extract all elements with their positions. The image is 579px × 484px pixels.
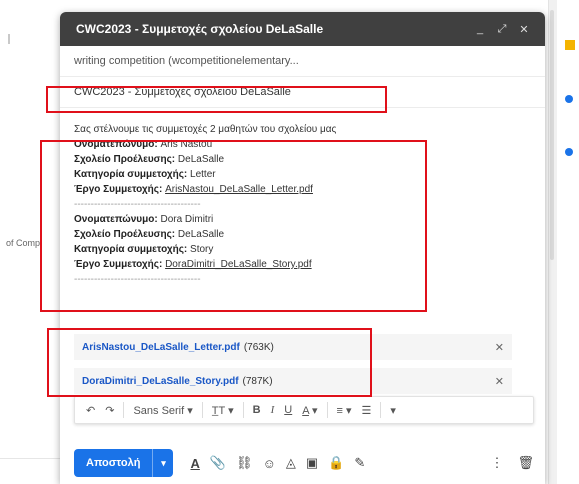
minimize-icon[interactable]: _ <box>469 23 491 35</box>
formatting-options-icon[interactable]: A <box>190 456 199 471</box>
underline-icon[interactable]: U <box>284 404 292 416</box>
compose-actions: A 📎 ⛓ ☺ ◬ ▣ 🔒 ✎ <box>185 455 476 471</box>
chevron-down-icon: ▾ <box>228 404 234 417</box>
text-color-icon: A <box>302 404 309 417</box>
chevron-down-icon: ▾ <box>312 404 318 417</box>
text-color-select[interactable]: A ▾ <box>302 404 317 417</box>
compose-title: CWC2023 - Συμμετοχές σχολείου DeLaSalle <box>76 22 324 36</box>
font-label: Sans Serif <box>133 404 185 417</box>
drive-icon[interactable]: ◬ <box>286 455 296 471</box>
more-options-icon[interactable]: ⋮ <box>490 455 503 471</box>
list-icon[interactable]: ☰ <box>362 404 372 417</box>
body-intro: Σας στέλνουμε τις συμμετοχές 2 μαθητών τ… <box>74 124 337 135</box>
attach-file-icon[interactable]: 📎 <box>210 455 226 471</box>
italic-icon[interactable]: I <box>271 404 275 416</box>
signature-icon[interactable]: ✎ <box>354 455 365 471</box>
page-scrollbar-thumb[interactable] <box>550 10 554 260</box>
label-tag-icon <box>565 40 575 50</box>
background-divider <box>0 458 60 459</box>
more-formatting-icon[interactable]: ▾ <box>390 404 396 417</box>
background-text: of Comp <box>6 238 41 248</box>
send-options-icon[interactable]: ▾ <box>152 449 173 477</box>
insert-photo-icon[interactable]: ▣ <box>306 455 318 471</box>
compose-titlebar[interactable]: CWC2023 - Συμμετοχές σχολείου DeLaSalle … <box>60 12 545 46</box>
bold-icon[interactable]: B <box>253 404 261 416</box>
send-button[interactable]: Αποστολή ▾ <box>74 449 174 477</box>
chevron-down-icon: ▾ <box>346 404 352 417</box>
remove-attachment-icon[interactable]: ✕ <box>495 375 504 388</box>
undo-icon[interactable]: ↶ <box>86 404 95 417</box>
align-select[interactable]: ≡ ▾ <box>337 404 352 417</box>
compose-bottom-bar: Αποστολή ▾ A 📎 ⛓ ☺ ◬ ▣ 🔒 ✎ ⋮ 🗑 <box>74 448 534 478</box>
toolbar-divider <box>123 402 125 418</box>
discard-draft-icon[interactable]: 🗑 <box>517 455 534 471</box>
toolbar-divider <box>326 402 328 418</box>
align-icon: ≡ <box>336 404 343 417</box>
recipients-value: writing competition (wcompetitionelement… <box>74 55 299 67</box>
emoji-icon[interactable]: ☺ <box>263 456 276 471</box>
status-dot-icon <box>565 95 573 103</box>
formatting-toolbar: ↶ ↷ Sans Serif ▾ T̲T ▾ B I U A ▾ ≡ ▾ ☰ ▾ <box>74 396 534 424</box>
font-size-select[interactable]: T̲T ▾ <box>212 404 234 417</box>
font-size-icon: T̲T <box>211 404 226 417</box>
compose-right-actions: ⋮ 🗑 <box>476 455 534 471</box>
expand-icon[interactable]: ⤢ <box>491 23 513 36</box>
close-icon[interactable]: ✕ <box>513 23 535 36</box>
confidential-mode-icon[interactable]: 🔒 <box>328 455 344 471</box>
background-divider-mark <box>8 34 10 44</box>
body-highlight-box <box>40 140 427 312</box>
chevron-down-icon: ▾ <box>187 404 193 417</box>
attachments-highlight-box <box>47 328 372 397</box>
insert-link-icon[interactable]: ⛓ <box>236 455 253 471</box>
toolbar-divider <box>380 402 382 418</box>
remove-attachment-icon[interactable]: ✕ <box>495 341 504 354</box>
toolbar-divider <box>201 402 203 418</box>
recipients-field[interactable]: writing competition (wcompetitionelement… <box>60 46 545 77</box>
status-dot-icon <box>565 148 573 156</box>
send-label: Αποστολή <box>86 457 141 469</box>
subject-highlight-box <box>46 86 387 113</box>
toolbar-divider <box>242 402 244 418</box>
font-select[interactable]: Sans Serif ▾ <box>133 404 192 417</box>
redo-icon[interactable]: ↷ <box>105 404 114 417</box>
